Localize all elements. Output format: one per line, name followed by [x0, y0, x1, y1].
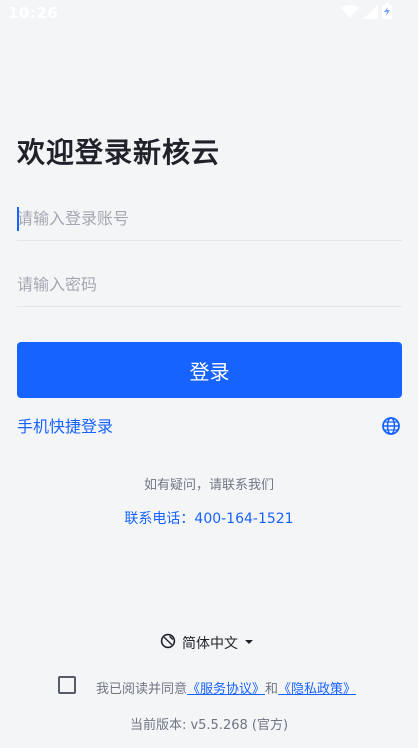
language-selector[interactable]: 简体中文 [160, 632, 254, 654]
status-icons [341, 3, 392, 23]
wifi-icon [341, 4, 359, 23]
page-title: 欢迎登录新核云 [17, 135, 221, 169]
version-text: 当前版本: v5.5.268 (官方) [129, 718, 289, 733]
phone-login-link[interactable]: 手机快捷登录 [17, 416, 113, 438]
globe-icon [381, 417, 401, 439]
login-button[interactable]: 登录 [17, 342, 402, 398]
contact-phone-link[interactable]: 联系电话：400-164-1521 [0, 508, 418, 528]
agreement-checkbox[interactable] [58, 676, 76, 694]
cellular-signal-icon [363, 4, 378, 23]
privacy-policy-link[interactable]: 《隐私政策》 [278, 682, 356, 697]
agreement-row: 我已阅读并同意《服务协议》和《隐私政策》 [58, 676, 388, 698]
language-globe-button[interactable] [380, 416, 402, 438]
language-label: 简体中文 [182, 636, 238, 652]
account-field-container [17, 197, 402, 241]
language-icon [160, 633, 176, 653]
status-time: 10:26 [8, 4, 59, 22]
account-input[interactable] [17, 197, 402, 240]
help-text: 如有疑问，请联系我们 [143, 478, 274, 493]
text-cursor [17, 207, 19, 231]
login-screen: 10:26 欢迎登录新核云 请输入登录账号 登录 手机快捷登录 如有疑问，请联系… [0, 0, 418, 748]
service-agreement-link[interactable]: 《服务协议》 [187, 682, 265, 697]
login-form-area: 欢迎登录新核云 登录 手机快捷登录 如有疑问，请联系我们 联系电话：400-16 [0, 0, 418, 748]
status-bar: 10:26 [0, 0, 418, 28]
battery-charging-icon [382, 3, 392, 23]
agreement-text: 我已阅读并同意《服务协议》和《隐私政策》 [96, 678, 356, 697]
agreement-connector: 和 [265, 682, 279, 697]
password-input[interactable] [17, 263, 402, 306]
password-field-container [17, 263, 402, 307]
chevron-down-icon [244, 635, 254, 651]
agreement-prefix: 我已阅读并同意 [96, 682, 188, 697]
